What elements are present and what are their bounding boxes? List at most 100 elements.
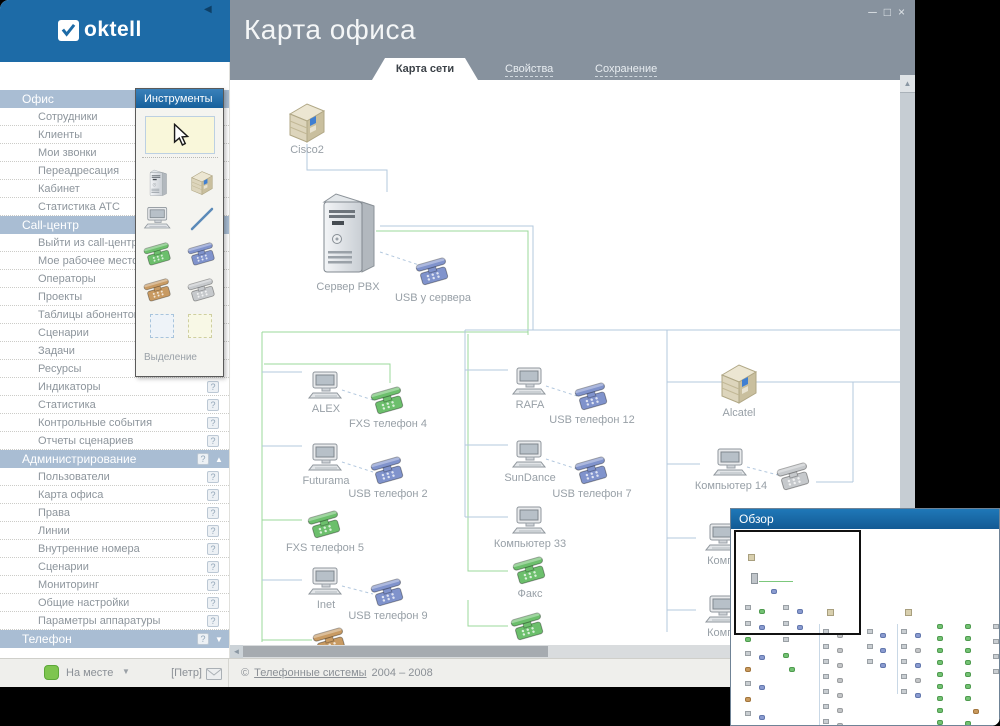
maximize-icon[interactable]: □ <box>884 5 891 19</box>
sidebar-item[interactable]: Индикаторы? <box>0 378 229 396</box>
minimap-node <box>937 660 943 665</box>
sidebar-item[interactable]: Сценарии? <box>0 558 229 576</box>
help-icon[interactable]: ? <box>207 543 219 555</box>
phone-icon <box>143 240 173 269</box>
map-node-phone-gray[interactable] <box>776 462 812 497</box>
selection-area-blue-tool[interactable] <box>150 314 174 338</box>
sidebar-item[interactable]: Параметры аппаратуры? <box>0 612 229 630</box>
switch-tool[interactable] <box>184 167 220 198</box>
selection-area-cream-tool[interactable] <box>188 314 212 338</box>
help-icon[interactable]: ? <box>207 435 219 447</box>
sidebar-item[interactable]: Права? <box>0 504 229 522</box>
fxs-phone-tool[interactable] <box>140 239 176 270</box>
map-node-pc[interactable] <box>511 366 549 403</box>
mail-icon[interactable] <box>206 668 222 683</box>
node-label: Inet <box>317 599 335 611</box>
help-icon[interactable]: ? <box>207 561 219 573</box>
tab-properties[interactable]: Свойства <box>505 63 553 75</box>
presence-label[interactable]: На месте <box>66 667 113 679</box>
minimap-node <box>915 648 921 653</box>
pointer-tool[interactable] <box>145 116 215 154</box>
map-node-pc[interactable] <box>307 442 345 479</box>
map-node-phone-blue[interactable] <box>574 456 610 491</box>
minimap-line <box>897 624 898 694</box>
chevron-down-icon[interactable]: ▼ <box>213 635 225 644</box>
phone-icon <box>776 462 812 492</box>
help-icon[interactable]: ? <box>207 399 219 411</box>
server-tool[interactable] <box>140 167 176 198</box>
tools-palette-title[interactable]: Инструменты <box>136 89 223 108</box>
help-icon[interactable]: ? <box>207 381 219 393</box>
minimap-viewport[interactable] <box>734 530 861 635</box>
map-node-pc[interactable] <box>307 566 345 603</box>
line-tool[interactable] <box>184 203 220 234</box>
map-node-phone-orange[interactable] <box>312 627 348 645</box>
sidebar-item[interactable]: Мониторинг? <box>0 576 229 594</box>
help-icon[interactable]: ? <box>207 579 219 591</box>
map-node-pc[interactable] <box>511 505 549 542</box>
help-icon[interactable]: ? <box>207 417 219 429</box>
scroll-up-icon[interactable]: ▲ <box>900 75 915 93</box>
sidebar-item[interactable]: Отчеты сценариев? <box>0 432 229 450</box>
map-node-phone-green[interactable] <box>370 386 406 421</box>
map-node-phone-blue[interactable] <box>415 257 451 292</box>
node-label: SunDance <box>504 472 555 484</box>
free-phone-tool[interactable] <box>184 275 220 306</box>
scroll-left-icon[interactable]: ◄ <box>230 645 243 658</box>
sidebar-item-label: Отчеты сценариев <box>38 435 207 447</box>
map-node-phone-green[interactable] <box>512 556 548 591</box>
minimap-node <box>901 659 907 664</box>
sidebar-item[interactable]: Линии? <box>0 522 229 540</box>
sidebar-item[interactable]: Пользователи? <box>0 468 229 486</box>
map-node-phone-green[interactable] <box>510 612 546 645</box>
node-label: Futurama <box>302 475 349 487</box>
tab-network-map[interactable]: Карта сети <box>372 58 478 80</box>
sidebar-item[interactable]: Статистика? <box>0 396 229 414</box>
map-node-phone-blue[interactable] <box>574 382 610 417</box>
collapse-sidebar-icon[interactable]: ◀ <box>204 4 212 15</box>
chevron-up-icon[interactable]: ▲ <box>213 455 225 464</box>
sidebar-item[interactable]: Внутренние номера? <box>0 540 229 558</box>
help-icon[interactable]: ? <box>207 507 219 519</box>
minimize-icon[interactable]: ─ <box>868 5 877 19</box>
minimap-node <box>915 678 921 683</box>
map-node-phone-green[interactable] <box>307 510 343 545</box>
help-icon[interactable]: ? <box>207 615 219 627</box>
computer-tool[interactable] <box>140 203 176 234</box>
analog-phone-tool[interactable] <box>140 275 176 306</box>
overview-title[interactable]: Обзор <box>731 509 999 529</box>
help-icon[interactable]: ? <box>207 597 219 609</box>
sidebar-section-header[interactable]: Телефон?▼ <box>0 630 229 648</box>
tab-save[interactable]: Сохранение <box>595 63 657 75</box>
usb-phone-tool[interactable] <box>184 239 220 270</box>
copyright-link[interactable]: Телефонные системы <box>254 667 366 679</box>
sidebar-item[interactable]: Общие настройки? <box>0 594 229 612</box>
minimap-node <box>867 629 873 634</box>
presence-dropdown-icon[interactable]: ▼ <box>122 667 130 676</box>
map-node-phone-blue[interactable] <box>370 456 406 491</box>
horizontal-scrollbar-thumb[interactable] <box>243 646 548 657</box>
phone-icon <box>512 556 548 586</box>
phone-icon <box>143 276 173 305</box>
sidebar-item[interactable]: Карта офиса? <box>0 486 229 504</box>
presence-status-icon[interactable] <box>44 665 59 680</box>
map-node-tower[interactable] <box>316 188 380 281</box>
map-node-pc[interactable] <box>511 439 549 476</box>
sidebar-item-label: Пользователи <box>38 471 207 483</box>
help-icon[interactable]: ? <box>207 489 219 501</box>
map-node-phone-blue[interactable] <box>370 578 406 613</box>
help-icon[interactable]: ? <box>207 471 219 483</box>
close-icon[interactable]: × <box>898 5 905 19</box>
help-icon[interactable]: ? <box>207 525 219 537</box>
sidebar-item[interactable]: Контрольные события? <box>0 414 229 432</box>
overview-minimap[interactable] <box>731 529 999 725</box>
oktell-logo-text: oktell <box>84 18 142 42</box>
map-node-pc[interactable] <box>307 370 345 407</box>
help-icon[interactable]: ? <box>197 453 209 465</box>
node-label: FXS телефон 5 <box>286 542 364 554</box>
map-node-switch[interactable] <box>718 359 760 412</box>
sidebar-section-header[interactable]: Администрирование?▲ <box>0 450 229 468</box>
help-icon[interactable]: ? <box>197 633 209 645</box>
map-node-pc[interactable] <box>712 447 750 484</box>
phone-icon <box>312 627 348 645</box>
